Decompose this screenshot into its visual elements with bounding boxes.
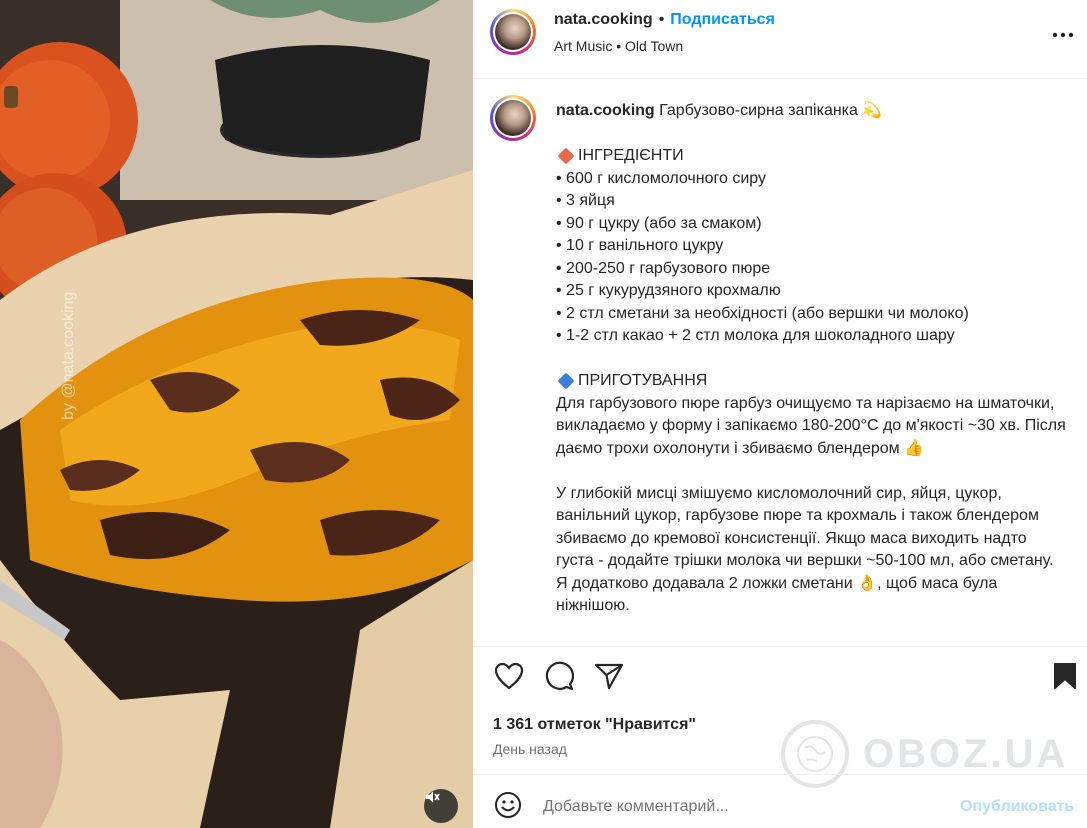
like-button[interactable] <box>493 662 525 694</box>
caption-username[interactable]: nata.cooking <box>556 102 655 119</box>
ingredient-item: • 3 яйця <box>556 192 615 209</box>
section-heading-preparation: ПРИГОТУВАННЯ <box>556 370 1066 393</box>
share-button[interactable] <box>593 662 625 694</box>
post-header: nata.cooking • Подписаться Art Music • O… <box>473 0 1087 79</box>
comment-bar: Опубликовать <box>473 774 1087 828</box>
post-media-video[interactable]: by @nata.cooking <box>0 0 473 828</box>
caption-line-blank-2 <box>556 348 1066 371</box>
ingredient-item: • 25 г кукурудзяного крохмалю <box>556 282 781 299</box>
ingredient-item: • 90 г цукру (або за смаком) <box>556 214 762 232</box>
ingredient-item: • 1-2 стл какао + 2 стл молока для шокол… <box>556 327 955 344</box>
preparation-paragraph: Для гарбузового пюре гарбуз очищуємо та … <box>556 394 1066 457</box>
section-heading-ingredients: ІНГРЕДІЄНТИ <box>556 145 1066 168</box>
author-username[interactable]: nata.cooking <box>554 11 653 29</box>
orange-diamond-icon <box>557 147 575 165</box>
separator-dot: • <box>658 11 665 28</box>
post-sidebar: nata.cooking • Подписаться Art Music • O… <box>473 0 1087 828</box>
header-title-row: nata.cooking • Подписаться <box>554 11 775 29</box>
author-avatar[interactable] <box>490 9 536 55</box>
more-horizontal-icon <box>1052 25 1074 43</box>
like-count[interactable]: 1 361 отметок "Нравится" <box>493 716 696 734</box>
emoji-button[interactable] <box>493 791 523 824</box>
post-location[interactable]: Art Music • Old Town <box>554 38 683 54</box>
post-timestamp[interactable]: День назад <box>493 741 567 757</box>
caption-author-avatar[interactable] <box>490 95 536 141</box>
caption-line-blank-1 <box>556 123 1066 146</box>
save-button[interactable] <box>1049 662 1081 694</box>
ingredient-item: • 600 г кисломолочного сиру <box>556 169 766 187</box>
blue-diamond-icon <box>557 372 575 390</box>
preparation-paragraph: У глибокій мисці змішуємо кисломолочний … <box>556 484 1054 615</box>
caption-text: nata.cooking Гарбузово-сирна запіканка 💫… <box>556 100 1066 618</box>
ingredient-item: • 2 стл сметани за необхідності (або вер… <box>556 304 969 322</box>
comment-button[interactable] <box>543 661 575 696</box>
heart-icon <box>494 662 524 695</box>
ingredient-item: • 10 г ванільного цукру <box>556 237 724 254</box>
emoji-smile-icon <box>494 791 522 824</box>
caption-line-blank-3 <box>556 460 1066 483</box>
comment-input[interactable] <box>543 794 943 820</box>
more-options-button[interactable] <box>1049 20 1077 48</box>
publish-button[interactable]: Опубликовать <box>960 798 1074 816</box>
share-icon <box>594 662 624 695</box>
watermark-text: OBOZ.UA <box>863 731 1069 776</box>
bookmark-icon <box>1053 662 1077 695</box>
caption-title: Гарбузово-сирна запіканка 💫 <box>659 102 883 119</box>
mute-button[interactable] <box>424 789 458 823</box>
follow-button[interactable]: Подписаться <box>670 11 775 29</box>
media-watermark: by @nata.cooking <box>60 291 77 420</box>
caption-title-line: nata.cooking Гарбузово-сирна запіканка 💫 <box>556 100 1066 123</box>
ingredient-item: • 200-250 г гарбузового пюре <box>556 259 771 277</box>
post-caption: nata.cooking Гарбузово-сирна запіканка 💫… <box>473 80 1087 646</box>
comment-icon <box>544 661 575 696</box>
